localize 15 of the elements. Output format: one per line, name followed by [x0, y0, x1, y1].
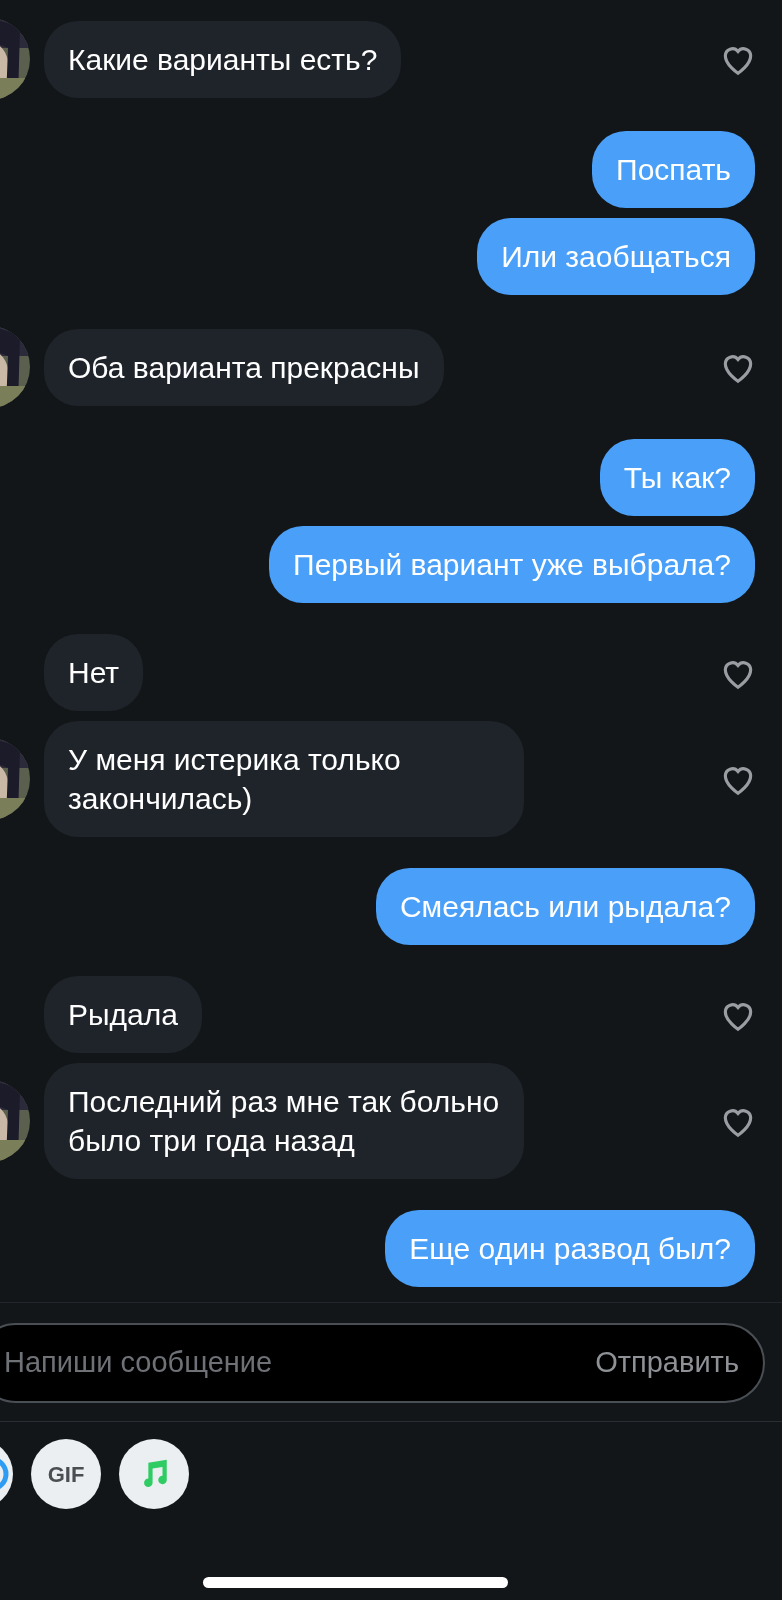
received-message: У меня истерика только закончилась): [44, 721, 524, 837]
sent-message: Или заобщаться: [477, 218, 755, 295]
received-message: Какие варианты есть?: [44, 20, 402, 98]
message-field[interactable]: Напиши сообщение Отправить: [0, 1323, 765, 1403]
received-message: Нет: [44, 634, 144, 711]
received-message: Рыдала: [44, 976, 202, 1053]
sent-message: Первый вариант уже выбрала?: [269, 526, 755, 603]
received-message: Последний раз мне так больно было три года назад: [44, 1063, 524, 1179]
received-message: Оба варианта прекрасны: [44, 328, 444, 406]
send-button[interactable]: Отправить: [591, 1341, 743, 1385]
sent-message: Смеялась или рыдала?: [375, 868, 755, 945]
sent-message: Еще один развод был?: [385, 1210, 755, 1287]
gif-button[interactable]: GIF: [31, 1439, 101, 1509]
sent-message: Ты как?: [599, 439, 755, 516]
sent-message: Поспать: [592, 131, 755, 208]
